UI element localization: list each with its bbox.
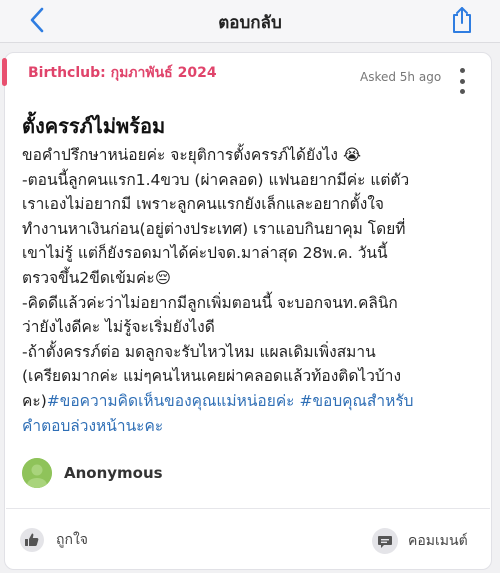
post-body-line: คะ)#ขอความคิดเห็นของคุณแม่หน่อยค่ะ #ขอบค… (22, 389, 484, 414)
post-body-line: -ถ้าตั้งครรภ์ต่อ มดลูกจะรับไหวไหม แผลเดิ… (22, 342, 376, 361)
divider (6, 508, 490, 509)
author-name: Anonymous (64, 464, 163, 482)
share-button[interactable] (448, 4, 476, 36)
post-body-line: -ตอนนี้ลูกคนแรก1.4ขวบ (ผ่าคลอด) แฟนอยากม… (22, 170, 410, 189)
page-title: ตอบกลับ (218, 13, 282, 33)
like-button[interactable]: ถูกใจ (20, 528, 88, 552)
post-body-text: คะ) (22, 391, 47, 410)
post-title: ตั้งครรภ์ไม่พร้อม (22, 114, 166, 138)
post-body-line: ตรวจขึ้น2ขีดเข้มค่ะ😔 (22, 268, 171, 287)
share-icon (453, 7, 471, 33)
top-nav-bar: ตอบกลับ (0, 0, 500, 43)
comment-icon (372, 528, 398, 554)
avatar (22, 458, 52, 488)
hashtag-link[interactable]: #ขอบคุณสำหรับ (299, 392, 413, 410)
asked-timestamp: Asked 5h ago (360, 70, 442, 84)
more-options-button[interactable] (452, 66, 472, 96)
post-body-line: ขอคำปรึกษาหน่อยค่ะ จะยุติการตั้งครรภ์ได้… (22, 146, 362, 164)
hashtag-link[interactable]: #ขอความคิดเห็นของคุณแม่หน่อยค่ะ (47, 392, 295, 410)
post-body: ขอคำปรึกษาหน่อยค่ะ จะยุติการตั้งครรภ์ได้… (22, 143, 484, 438)
post-body-line: ว่ายังไงดีคะ ไม่รู้จะเริ่มยังไงดี (22, 318, 215, 337)
thumbs-up-icon (20, 528, 44, 552)
hashtag-link-continued[interactable]: คำตอบล่วงหน้านะคะ (22, 414, 484, 439)
author-row[interactable]: Anonymous (22, 457, 163, 489)
comment-button[interactable]: คอมเมนต์ (372, 528, 468, 554)
more-vertical-icon (459, 68, 465, 73)
post-body-line: (เครียดมากค่ะ แม่ๆคนไหนเคยผ่าคลอดแล้วท้อ… (22, 367, 402, 386)
like-label: ถูกใจ (56, 532, 88, 548)
post-body-line: ทำงานหาเงินก่อน(อยู่ต่างประเทศ) เราแอบกิ… (22, 219, 406, 238)
post-body-line: เราเองไม่อยากมี เพราะลูกคนแรกยังเล็กและอ… (22, 195, 384, 214)
club-accent-bar (2, 58, 7, 86)
post-body-line: -คิดดีแล้วค่ะว่าไม่อยากมีลูกเพิ่มตอนนี้ … (22, 293, 398, 312)
birthclub-tag[interactable]: Birthclub: กุมภาพันธ์ 2024 (28, 62, 217, 84)
post-body-line: เขาไม่รู้ แต่ก็ยังรอดมาได้ค่ะปจด.มาล่าสุ… (22, 244, 388, 263)
user-avatar-icon (22, 458, 52, 488)
comment-label: คอมเมนต์ (408, 533, 468, 549)
